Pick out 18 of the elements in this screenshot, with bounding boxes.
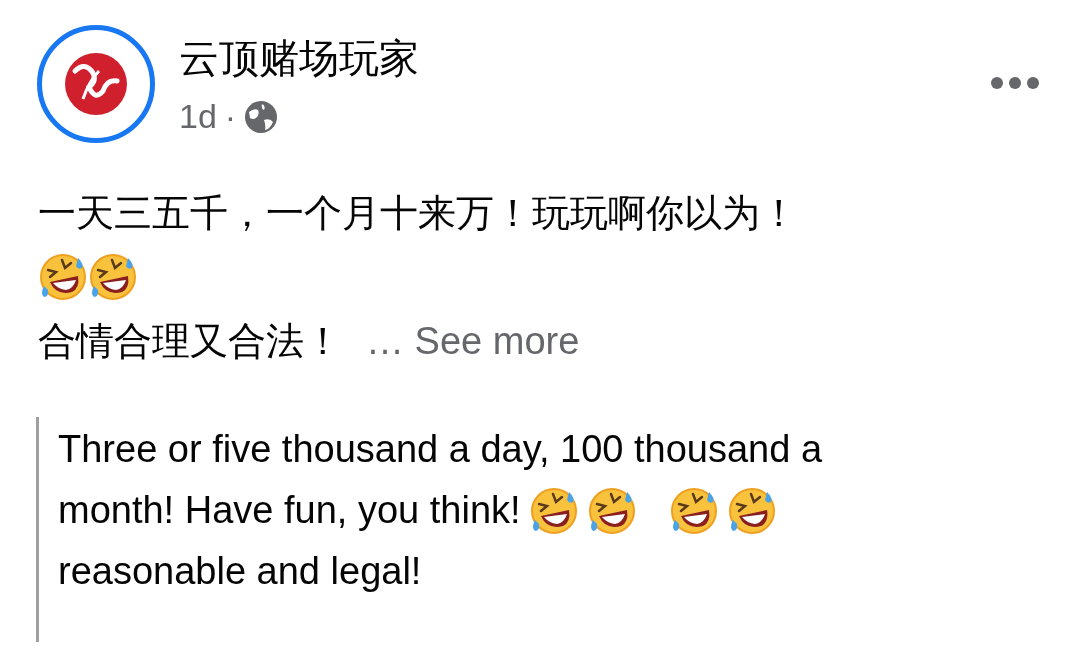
rolling-laughing-emoji-icon — [586, 485, 637, 536]
swirl-logo-icon — [63, 51, 129, 117]
post-text: 合情合理又合法！ — [38, 318, 342, 364]
post-text: 一天三五千，一个月十来万！玩玩啊你以为！ — [38, 190, 798, 236]
post-time[interactable]: 1d — [179, 91, 217, 142]
author-name[interactable]: 云顶赌场玩家 — [179, 33, 419, 83]
rolling-laughing-emoji-icon — [528, 485, 579, 536]
rolling-laughing-emoji-icon — [726, 485, 777, 536]
separator-dot: · — [224, 96, 237, 137]
rolling-laughing-emoji-icon — [38, 252, 88, 302]
rolling-laughing-emoji-icon — [88, 252, 138, 302]
post-text: reasonable and legal! — [58, 549, 422, 594]
post-text: Three or five thousand a day, 100 thousand a — [58, 427, 823, 472]
globe-icon — [244, 99, 279, 134]
rolling-laughing-emoji-icon — [668, 485, 719, 536]
see-more-link[interactable]: … See more — [366, 312, 580, 370]
post-text: month! Have fun, you think! — [58, 488, 521, 533]
more-options-icon[interactable] — [990, 76, 1040, 90]
